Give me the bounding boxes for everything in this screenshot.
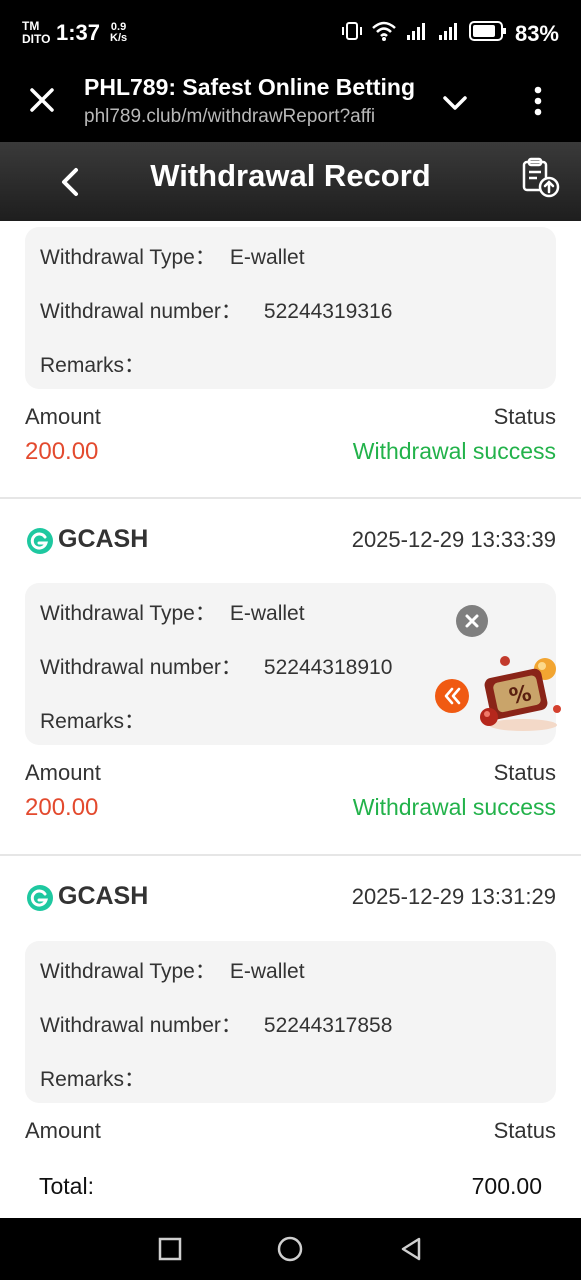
total-bar: Total: 700.00 [0, 1160, 581, 1218]
recents-button[interactable] [155, 1234, 185, 1264]
remarks: Remarks： [40, 349, 159, 379]
total-value: 700.00 [471, 1173, 542, 1199]
type-value: E-wallet [229, 602, 305, 625]
remarks: Remarks： [40, 705, 159, 735]
status-label: Status [493, 1118, 556, 1143]
provider-name: GCASH [58, 525, 149, 553]
carrier-bottom: DITO [22, 32, 51, 46]
withdrawal-number: Withdrawal number： 52244318910 [40, 651, 392, 681]
status-value: Withdrawal success [352, 794, 556, 820]
header-title: Withdrawal Record [150, 158, 431, 193]
remarks-label: Remarks： [40, 1068, 146, 1091]
remarks-label: Remarks： [40, 710, 146, 733]
withdrawal-number: Withdrawal number： 52244317858 [40, 1009, 392, 1039]
record-datetime: 2025-12-29 13:31:29 [351, 884, 556, 909]
total-label: Total: [39, 1173, 94, 1199]
signal-icon-1 [405, 20, 429, 47]
divider [0, 854, 581, 856]
provider-name: GCASH [58, 882, 149, 910]
number-value: 52244319316 [263, 300, 393, 323]
status-bar: TM DITO 1:37 0.9 K/s 83% [0, 0, 581, 60]
withdrawal-type: Withdrawal Type： E-wallet [40, 955, 305, 985]
record-datetime: 2025-12-29 13:33:39 [351, 527, 556, 552]
network-speed: 0.9 K/s [110, 22, 127, 44]
double-chevron-left-icon [444, 687, 461, 705]
promo-close-button[interactable] [456, 605, 488, 637]
home-button[interactable] [275, 1234, 305, 1264]
number-label: Withdrawal number： [40, 300, 242, 323]
amount-value: 200.00 [25, 794, 99, 821]
battery-percent: 83% [514, 20, 559, 46]
speed-unit: K/s [110, 32, 128, 44]
chevron-down-icon [443, 96, 467, 110]
close-icon [30, 88, 54, 112]
withdrawal-number: Withdrawal number： 52244319316 [40, 295, 392, 325]
page-url[interactable]: phl789.club/m/withdrawReport?affi [84, 106, 414, 128]
gcash-logo-icon [27, 528, 53, 554]
promo-expand-button[interactable] [435, 679, 469, 713]
remarks-label: Remarks： [40, 354, 146, 377]
page-title: PHL789: Safest Online Betting [84, 74, 414, 100]
number-value: 52244317858 [263, 1014, 393, 1037]
type-label: Withdrawal Type： [40, 246, 216, 269]
amount-value: 200.00 [25, 438, 99, 465]
status-label: Status [493, 760, 556, 785]
type-value: E-wallet [229, 960, 305, 983]
number-value: 52244318910 [263, 656, 393, 679]
expand-button[interactable] [440, 88, 470, 118]
info-box: Withdrawal Type： E-wallet Withdrawal numb… [25, 941, 556, 1103]
close-tab-button[interactable] [26, 84, 58, 116]
gcash-logo-icon [27, 885, 53, 911]
type-value: E-wallet [229, 246, 305, 269]
type-label: Withdrawal Type： [40, 602, 216, 625]
clipboard-upload-icon [522, 157, 560, 198]
more-vert-icon [534, 86, 542, 116]
status-label: Status [493, 404, 556, 429]
vibrate-icon [341, 20, 363, 47]
withdrawal-type: Withdrawal Type： E-wallet [40, 241, 305, 271]
status-value: Withdrawal success [352, 438, 556, 464]
amount-label: Amount [25, 760, 101, 785]
more-menu-button[interactable] [526, 84, 550, 118]
divider [0, 497, 581, 499]
browser-toolbar: PHL789: Safest Online Betting phl789.clu… [0, 60, 581, 142]
withdrawal-type: Withdrawal Type： E-wallet [40, 597, 305, 627]
clock: 1:37 [56, 20, 101, 45]
battery-icon [468, 20, 507, 47]
close-icon [465, 614, 479, 628]
app-header: Withdrawal Record [0, 142, 581, 221]
amount-label: Amount [25, 404, 101, 429]
wifi-icon [371, 20, 397, 47]
number-label: Withdrawal number： [40, 656, 242, 679]
report-button[interactable] [518, 156, 562, 200]
circle-icon [277, 1236, 303, 1262]
promo-gift-icon[interactable]: % [475, 649, 565, 735]
info-box: Withdrawal Type： E-wallet Withdrawal numb… [25, 227, 556, 389]
triangle-back-icon [401, 1237, 421, 1261]
system-nav-bar [0, 1218, 581, 1280]
number-label: Withdrawal number： [40, 1014, 242, 1037]
square-icon [158, 1237, 182, 1261]
carrier-label: TM DITO [22, 20, 50, 46]
record-header: GCASH 2025-12-29 13:31:29 [26, 878, 556, 918]
type-label: Withdrawal Type： [40, 960, 216, 983]
withdrawal-list[interactable]: Withdrawal Type： E-wallet Withdrawal numb… [0, 221, 581, 1218]
amount-label: Amount [25, 1118, 101, 1143]
back-nav-button[interactable] [397, 1234, 427, 1264]
remarks: Remarks： [40, 1063, 159, 1093]
signal-icon-2 [437, 20, 461, 47]
record-header: GCASH 2025-12-29 13:33:39 [26, 521, 556, 561]
